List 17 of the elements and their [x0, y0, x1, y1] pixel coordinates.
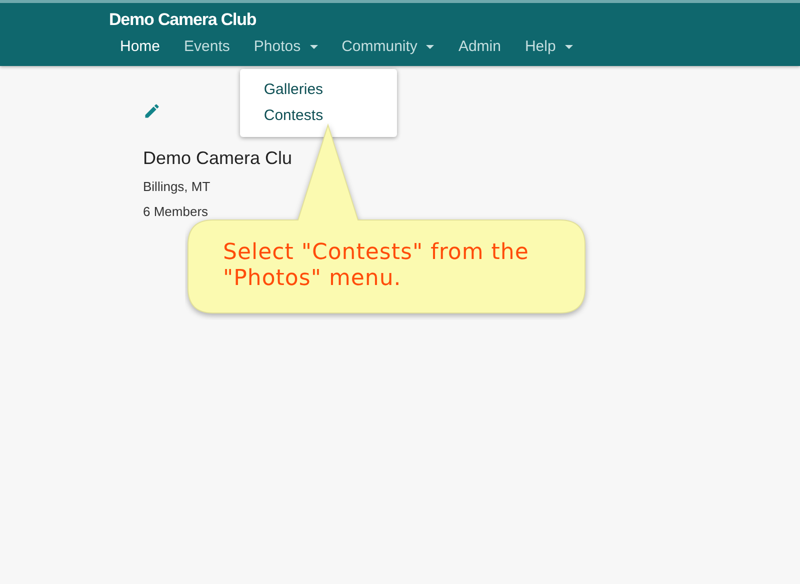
nav-link[interactable]: Help: [512, 34, 585, 60]
nav-link[interactable]: Events: [172, 34, 242, 60]
brand-title[interactable]: Demo Camera Club: [109, 9, 256, 31]
nav-link[interactable]: Community: [330, 34, 446, 60]
club-location: Billings, MT: [143, 179, 210, 194]
caret-icon: [564, 45, 573, 49]
nav-link[interactable]: Photos: [242, 34, 330, 60]
nav-link[interactable]: Home: [108, 34, 172, 60]
edit-icon[interactable]: [143, 102, 161, 120]
menu-item[interactable]: Contests: [240, 103, 397, 129]
callout-text: Select "Contests" from the "Photos" menu.: [223, 240, 530, 292]
caret-icon: [310, 45, 318, 49]
member-count: 6 Members: [143, 204, 208, 219]
club-name: Demo Camera Clu: [143, 148, 292, 169]
menu-item[interactable]: Galleries: [240, 77, 397, 103]
nav-link[interactable]: Admin: [446, 34, 513, 60]
caret-icon: [426, 45, 434, 49]
